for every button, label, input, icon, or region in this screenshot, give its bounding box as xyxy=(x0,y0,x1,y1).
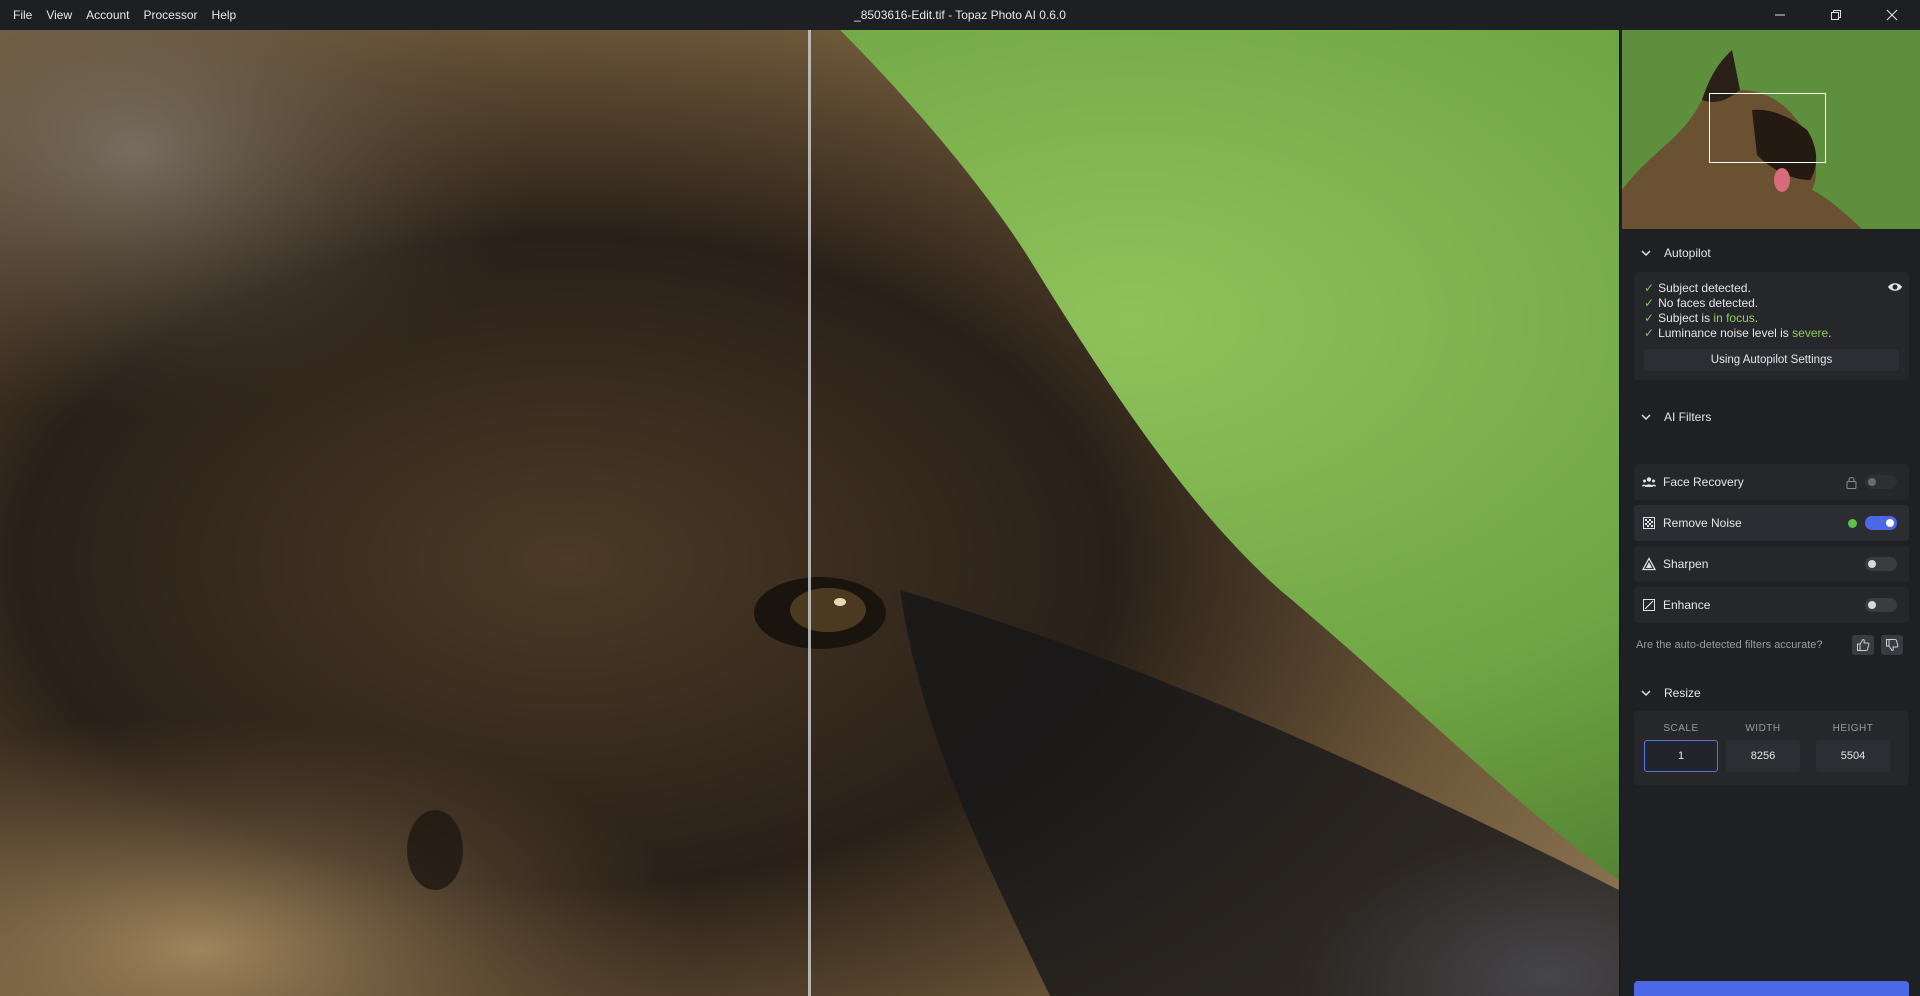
noise-icon xyxy=(1643,517,1655,529)
resize-title: Resize xyxy=(1664,686,1701,700)
minimize-button[interactable] xyxy=(1752,0,1808,30)
sharpen-icon xyxy=(1642,557,1656,571)
close-button[interactable] xyxy=(1864,0,1920,30)
check-icon: ✓ xyxy=(1644,281,1655,295)
faces-icon xyxy=(1642,477,1656,487)
autopilot-line: ✓ Subject detected. xyxy=(1644,281,1751,295)
ai-filters-title: AI Filters xyxy=(1664,410,1712,424)
eye-icon[interactable] xyxy=(1887,281,1903,293)
viewport-indicator[interactable] xyxy=(1709,93,1826,163)
side-panel: Autopilot ✓ Subject detected. ✓ No faces d… xyxy=(1619,30,1920,996)
scale-input[interactable]: 1 xyxy=(1644,740,1718,772)
menu-processor[interactable]: Processor xyxy=(137,0,205,30)
thumbs-up-button[interactable] xyxy=(1852,635,1874,655)
autopilot-summary: ✓ Subject detected. ✓ No faces detected. ✓… xyxy=(1634,272,1909,380)
chevron-down-icon xyxy=(1641,690,1651,697)
check-icon: ✓ xyxy=(1644,311,1655,325)
restore-icon xyxy=(1831,10,1841,20)
close-icon xyxy=(1886,9,1898,21)
filter-face-recovery[interactable]: Face Recovery xyxy=(1634,464,1909,500)
menu-account[interactable]: Account xyxy=(79,0,136,30)
menu-help[interactable]: Help xyxy=(205,0,244,30)
navigator-thumbnail[interactable] xyxy=(1622,30,1920,229)
window-controls xyxy=(1752,0,1920,30)
height-input[interactable]: 5504 xyxy=(1816,740,1890,772)
menu-bar: File View Account Processor Help xyxy=(0,0,243,30)
chevron-down-icon xyxy=(1641,250,1651,257)
before-after-split-handle[interactable] xyxy=(808,30,811,996)
menu-view[interactable]: View xyxy=(39,0,79,30)
menu-file[interactable]: File xyxy=(6,0,39,30)
title-bar: File View Account Processor Help _850361… xyxy=(0,0,1920,30)
filter-enhance[interactable]: Enhance xyxy=(1634,587,1909,623)
thumbs-down-icon xyxy=(1886,639,1899,652)
filter-feedback-question: Are the auto-detected filters accurate? xyxy=(1636,639,1823,651)
filter-sharpen[interactable]: Sharpen xyxy=(1634,546,1909,582)
thumbs-up-icon xyxy=(1857,638,1870,651)
height-header: HEIGHT xyxy=(1832,723,1874,734)
filter-status-dot xyxy=(1848,518,1857,528)
sharpen-toggle[interactable] xyxy=(1865,557,1897,571)
lock-icon xyxy=(1846,476,1857,489)
scale-header: SCALE xyxy=(1663,723,1699,734)
autopilot-header[interactable]: Autopilot xyxy=(1640,246,1711,260)
minimize-icon xyxy=(1775,14,1785,16)
autopilot-title: Autopilot xyxy=(1664,246,1711,260)
resize-controls: SCALE WIDTH HEIGHT 1 8256 5504 xyxy=(1634,711,1909,785)
remove-noise-toggle[interactable] xyxy=(1865,516,1897,530)
autopilot-settings-button[interactable]: Using Autopilot Settings xyxy=(1644,349,1899,371)
autopilot-line: ✓ Luminance noise level is severe. xyxy=(1644,326,1832,340)
check-icon: ✓ xyxy=(1644,326,1655,340)
filter-label: Remove Noise xyxy=(1663,516,1742,530)
ai-filters-header[interactable]: AI Filters xyxy=(1640,410,1711,424)
width-header: WIDTH xyxy=(1745,723,1781,734)
filter-remove-noise[interactable]: Remove Noise xyxy=(1634,505,1909,541)
autopilot-line: ✓ No faces detected. xyxy=(1644,296,1759,310)
thumbs-down-button[interactable] xyxy=(1881,635,1903,655)
resize-header[interactable]: Resize xyxy=(1640,686,1701,700)
check-icon: ✓ xyxy=(1644,296,1655,310)
image-preview[interactable] xyxy=(0,30,1619,996)
autopilot-line: ✓ Subject is in focus. xyxy=(1644,311,1759,325)
restore-button[interactable] xyxy=(1808,0,1864,30)
filter-label: Enhance xyxy=(1663,598,1711,612)
export-button[interactable] xyxy=(1634,981,1909,996)
filter-label: Face Recovery xyxy=(1663,475,1744,489)
window-title: _8503616-Edit.tif - Topaz Photo AI 0.6.0 xyxy=(854,8,1066,22)
enhance-toggle[interactable] xyxy=(1865,598,1897,612)
chevron-down-icon xyxy=(1641,414,1651,421)
enhance-icon xyxy=(1643,599,1655,611)
width-input[interactable]: 8256 xyxy=(1726,740,1800,772)
face-recovery-toggle[interactable] xyxy=(1865,475,1897,489)
filter-label: Sharpen xyxy=(1663,557,1709,571)
